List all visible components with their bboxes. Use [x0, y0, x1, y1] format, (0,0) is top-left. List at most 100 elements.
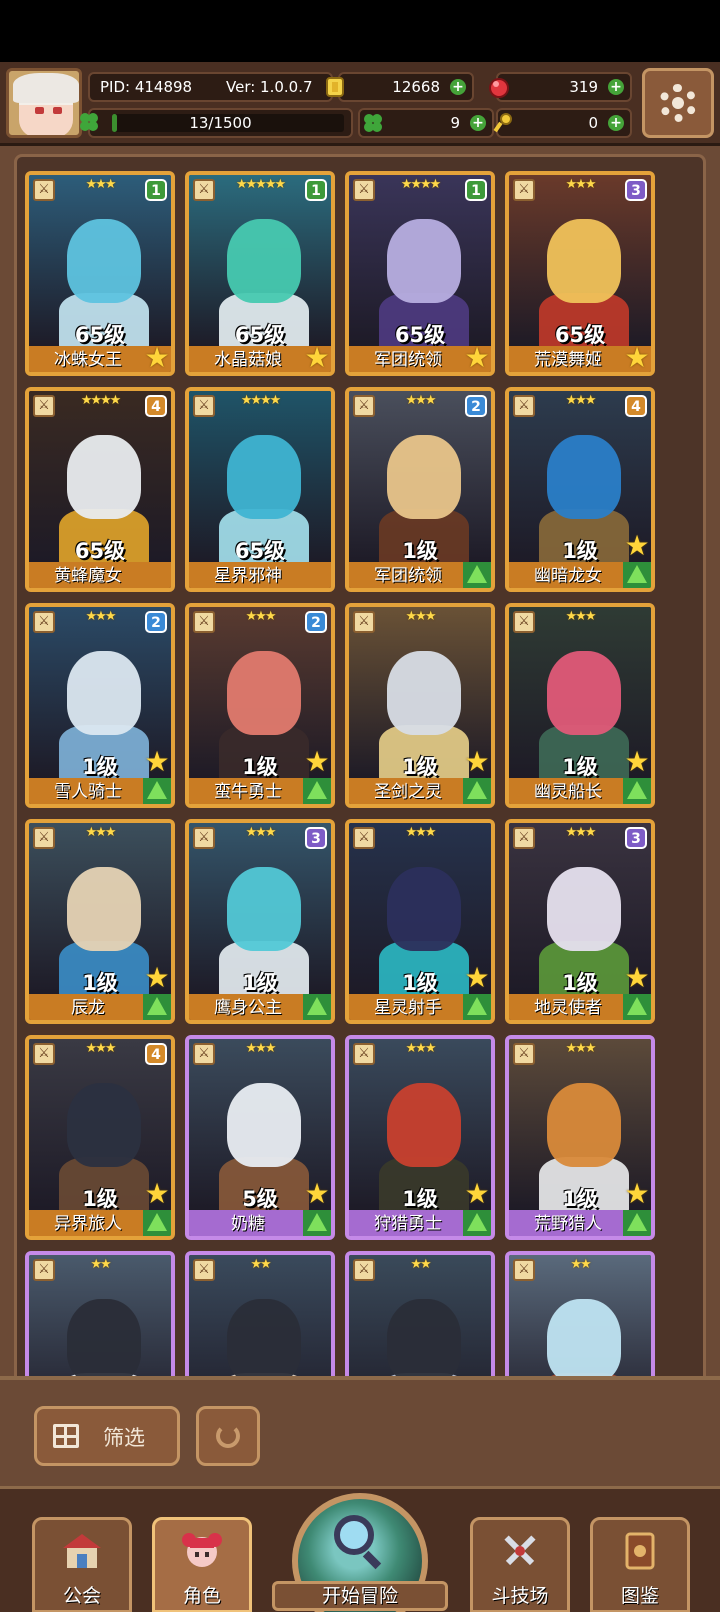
nav-guild[interactable]: 公会 [32, 1517, 132, 1612]
hero-hair [227, 1299, 301, 1376]
hero-rank-badge: 2 [465, 395, 487, 417]
hero-hair [387, 219, 461, 303]
weapon-type-icon: ⚔ [353, 395, 375, 417]
hero-name: 地灵使者 [534, 998, 602, 1018]
filter-label: 筛选 [103, 1426, 145, 1450]
hero-rank-badge: 1 [305, 179, 327, 201]
hero-card[interactable]: ★★★ ⚔ 4 1级 幽暗龙女 ★ [505, 387, 655, 592]
weapon-type-icon: ⚔ [513, 611, 535, 633]
star-upgrade-icon: ★ [464, 341, 490, 374]
crossed-swords-icon [499, 1530, 541, 1572]
level-up-arrow-icon [303, 994, 331, 1020]
hero-name: 幽灵船长 [534, 782, 602, 802]
hero-card[interactable]: ★★★ ⚔ 3 1级 地灵使者 ★ [505, 819, 655, 1024]
hero-card[interactable]: ★★ ⚔ [345, 1251, 495, 1376]
hero-name: 冰蛛女王 [54, 350, 122, 370]
nav-arena[interactable]: 斗技场 [470, 1517, 570, 1612]
version-text: Ver: 1.0.0.7 [226, 78, 313, 96]
hero-grid-panel[interactable]: ★★★ ⚔ 1 65级 冰蛛女王 ★ ★★★★★ ⚔ 1 65级 水晶菇娘 ★ ★★★★ ⚔ 1 65级 军团统… [0, 146, 720, 1376]
hero-card[interactable]: ★★★ ⚔ 1 65级 冰蛛女王 ★ [25, 171, 175, 376]
hero-card[interactable]: ★★★ ⚔ 4 1级 异界旅人 ★ [25, 1035, 175, 1240]
weapon-type-icon: ⚔ [193, 1043, 215, 1065]
weapon-type-icon: ⚔ [33, 1259, 55, 1281]
hero-rank-badge: 2 [145, 611, 167, 633]
gem-pill: 319 + [489, 72, 632, 102]
xp-pill: 13/1500 [80, 108, 353, 138]
hero-card[interactable]: ★★ ⚔ [505, 1251, 655, 1376]
player-avatar[interactable] [6, 68, 82, 138]
character-icon [181, 1530, 223, 1572]
hero-hair [227, 867, 301, 951]
nav-adventure[interactable]: 开始冒险 [272, 1489, 448, 1612]
weapon-type-icon: ⚔ [353, 1259, 375, 1281]
xp-text: 13/1500 [189, 114, 252, 132]
hero-card[interactable]: ★★★★ ⚔ 4 65级 黄蜂魔女 [25, 387, 175, 592]
nav-roles[interactable]: 角色 [152, 1517, 252, 1612]
player-info-pill: PID: 414898 Ver: 1.0.0.7 [88, 72, 333, 102]
level-up-arrow-icon [463, 1210, 491, 1236]
add-key-icon[interactable]: + [608, 115, 624, 131]
add-gem-icon[interactable]: + [608, 79, 624, 95]
magnifier-icon [334, 1515, 374, 1555]
hero-card[interactable]: ★★★ ⚔ 2 1级 军团统领 [345, 387, 495, 592]
grid-toolbar: 筛选 [0, 1376, 720, 1486]
weapon-type-icon: ⚔ [193, 395, 215, 417]
hero-card[interactable]: ★★★ ⚔ 5级 奶糖 ★ [185, 1035, 335, 1240]
hero-card[interactable]: ★★★★ ⚔ 65级 星界邪神 [185, 387, 335, 592]
star-upgrade-icon: ★ [304, 745, 330, 778]
nav-codex[interactable]: 图鉴 [590, 1517, 690, 1612]
add-clover-icon[interactable]: + [470, 115, 486, 131]
hero-card[interactable]: ★★★ ⚔ 1级 狩猎勇士 ★ [345, 1035, 495, 1240]
hero-hair [67, 219, 141, 303]
hero-name: 幽暗龙女 [534, 566, 602, 586]
key-pill: 0 + [493, 108, 632, 138]
hero-card[interactable]: ★★★ ⚔ 1级 幽灵船长 ★ [505, 603, 655, 808]
level-up-arrow-icon [463, 562, 491, 588]
star-upgrade-icon: ★ [624, 529, 650, 562]
hero-card[interactable]: ★★★★ ⚔ 1 65级 军团统领 ★ [345, 171, 495, 376]
nav-guild-label: 公会 [62, 1585, 101, 1607]
hero-hair [547, 435, 621, 519]
weapon-type-icon: ⚔ [33, 611, 55, 633]
gear-icon [659, 84, 697, 122]
filter-button[interactable]: 筛选 [34, 1406, 180, 1466]
hero-card[interactable]: ★★★ ⚔ 1级 星灵射手 ★ [345, 819, 495, 1024]
hero-card[interactable]: ★★★ ⚔ 1级 圣剑之灵 ★ [345, 603, 495, 808]
hero-card[interactable]: ★★★ ⚔ 1级 辰龙 ★ [25, 819, 175, 1024]
settings-button[interactable] [642, 68, 714, 138]
hero-name: 鹰身公主 [214, 998, 282, 1018]
hero-name: 异界旅人 [54, 1214, 122, 1234]
hero-card[interactable]: ★★★ ⚔ 2 1级 蛮牛勇士 ★ [185, 603, 335, 808]
weapon-type-icon: ⚔ [33, 179, 55, 201]
weapon-type-icon: ⚔ [353, 1043, 375, 1065]
level-up-arrow-icon [623, 778, 651, 804]
hero-card[interactable]: ★★ ⚔ [25, 1251, 175, 1376]
hero-card[interactable]: ★★★★★ ⚔ 1 65级 水晶菇娘 ★ [185, 171, 335, 376]
weapon-type-icon: ⚔ [193, 611, 215, 633]
star-upgrade-icon: ★ [464, 961, 490, 994]
hero-card[interactable]: ★★ ⚔ [185, 1251, 335, 1376]
nav-roles-label: 角色 [182, 1585, 221, 1607]
hero-name: 星界邪神 [214, 566, 282, 586]
hero-rank-badge: 3 [305, 827, 327, 849]
hero-card[interactable]: ★★★ ⚔ 3 65级 荒漠舞姬 ★ [505, 171, 655, 376]
player-id: PID: 414898 [100, 78, 193, 96]
refresh-button[interactable] [196, 1406, 260, 1466]
hero-name: 辰龙 [71, 998, 105, 1018]
star-upgrade-icon: ★ [624, 1177, 650, 1210]
weapon-type-icon: ⚔ [33, 827, 55, 849]
hero-hair [387, 867, 461, 951]
hero-hair [387, 651, 461, 735]
gold-amount: 12668 [392, 78, 440, 96]
avatar-eye-right [53, 107, 62, 114]
hero-card[interactable]: ★★★ ⚔ 2 1级 雪人骑士 ★ [25, 603, 175, 808]
hero-card[interactable]: ★★★ ⚔ 1级 荒野猎人 ★ [505, 1035, 655, 1240]
weapon-type-icon: ⚔ [353, 611, 375, 633]
hero-card[interactable]: ★★★ ⚔ 3 1级 鹰身公主 [185, 819, 335, 1024]
add-gold-icon[interactable]: + [450, 79, 466, 95]
level-up-arrow-icon [143, 778, 171, 804]
level-up-arrow-icon [463, 994, 491, 1020]
hero-rank-badge: 1 [465, 179, 487, 201]
star-upgrade-icon: ★ [144, 745, 170, 778]
ruby-icon [488, 76, 510, 98]
